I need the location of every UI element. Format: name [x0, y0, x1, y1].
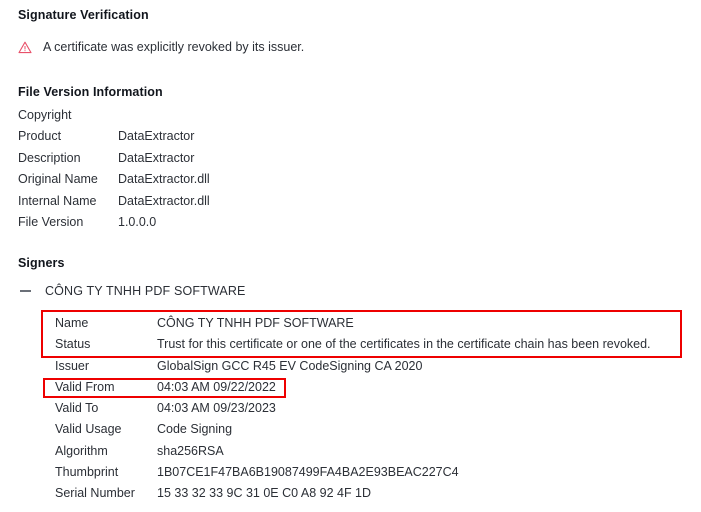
file-version-information-heading: File Version Information: [18, 85, 163, 99]
detail-value: 04:03 AM 09/22/2022: [157, 379, 276, 394]
table-row: Product DataExtractor: [18, 129, 210, 150]
verification-message: A certificate was explicitly revoked by …: [18, 40, 304, 54]
signature-verification-heading: Signature Verification: [18, 8, 149, 22]
table-row: Internal Name DataExtractor.dll: [18, 194, 210, 215]
signer-details-table: Name CÔNG TY TNHH PDF SOFTWARE Status Tr…: [55, 316, 651, 508]
verification-message-text: A certificate was explicitly revoked by …: [43, 40, 305, 54]
table-row: Status Trust for this certificate or one…: [55, 337, 651, 358]
table-row: File Version 1.0.0.0: [18, 215, 210, 236]
detail-value: 15 33 32 33 9C 31 0E C0 A8 92 4F 1D: [157, 486, 372, 501]
detail-label: Valid From: [55, 379, 115, 394]
file-version-value: DataExtractor.dll: [118, 193, 210, 208]
detail-label: Name: [55, 316, 89, 330]
detail-label: Valid Usage: [55, 422, 122, 437]
file-version-label: Copyright: [18, 108, 72, 122]
table-row: Name CÔNG TY TNHH PDF SOFTWARE: [55, 316, 651, 337]
detail-value: GlobalSign GCC R45 EV CodeSigning CA 202…: [157, 358, 423, 373]
file-version-label: Product: [18, 129, 62, 144]
detail-label: Valid To: [55, 401, 99, 416]
file-version-label: Original Name: [18, 172, 98, 187]
table-row: Valid Usage Code Signing: [55, 422, 651, 443]
table-row: Copyright: [18, 108, 210, 129]
detail-label: Thumbprint: [55, 465, 119, 480]
file-version-value: 1.0.0.0: [118, 214, 157, 229]
file-version-value: [118, 108, 210, 129]
file-version-value: DataExtractor: [118, 129, 195, 144]
file-version-label: File Version: [18, 214, 84, 229]
detail-value: Trust for this certificate or one of the…: [157, 337, 651, 352]
warning-triangle-icon: [18, 41, 32, 54]
table-row: Thumbprint 1B07CE1F47BA6B19087499FA4BA2E…: [55, 465, 651, 486]
detail-label: Algorithm: [55, 443, 108, 458]
table-row: Valid From 04:03 AM 09/22/2022: [55, 380, 651, 401]
table-row: Valid To 04:03 AM 09/23/2023: [55, 401, 651, 422]
table-row: Issuer GlobalSign GCC R45 EV CodeSigning…: [55, 359, 651, 380]
detail-label: Serial Number: [55, 486, 135, 501]
table-row: Algorithm sha256RSA: [55, 444, 651, 465]
detail-value: sha256RSA: [157, 443, 224, 458]
table-row: Serial Number 15 33 32 33 9C 31 0E C0 A8…: [55, 486, 651, 507]
minus-collapse-icon[interactable]: [18, 284, 32, 298]
detail-label: Issuer: [55, 358, 90, 373]
file-version-value: DataExtractor: [118, 150, 195, 165]
detail-label: Status: [55, 337, 91, 352]
signer-row[interactable]: CÔNG TY TNHH PDF SOFTWARE: [18, 284, 246, 298]
file-version-table: Copyright Product DataExtractor Descript…: [18, 108, 210, 236]
table-row: Original Name DataExtractor.dll: [18, 172, 210, 193]
signer-name-label: CÔNG TY TNHH PDF SOFTWARE: [45, 284, 246, 298]
file-version-label: Description: [18, 150, 81, 165]
detail-value: CÔNG TY TNHH PDF SOFTWARE: [157, 316, 354, 330]
signers-heading: Signers: [18, 256, 65, 270]
detail-value: Code Signing: [157, 422, 233, 437]
detail-value: 04:03 AM 09/23/2023: [157, 401, 276, 416]
detail-value: 1B07CE1F47BA6B19087499FA4BA2E93BEAC227C4: [157, 465, 459, 480]
file-version-value: DataExtractor.dll: [118, 172, 210, 187]
file-version-label: Internal Name: [18, 193, 97, 208]
table-row: Description DataExtractor: [18, 151, 210, 172]
